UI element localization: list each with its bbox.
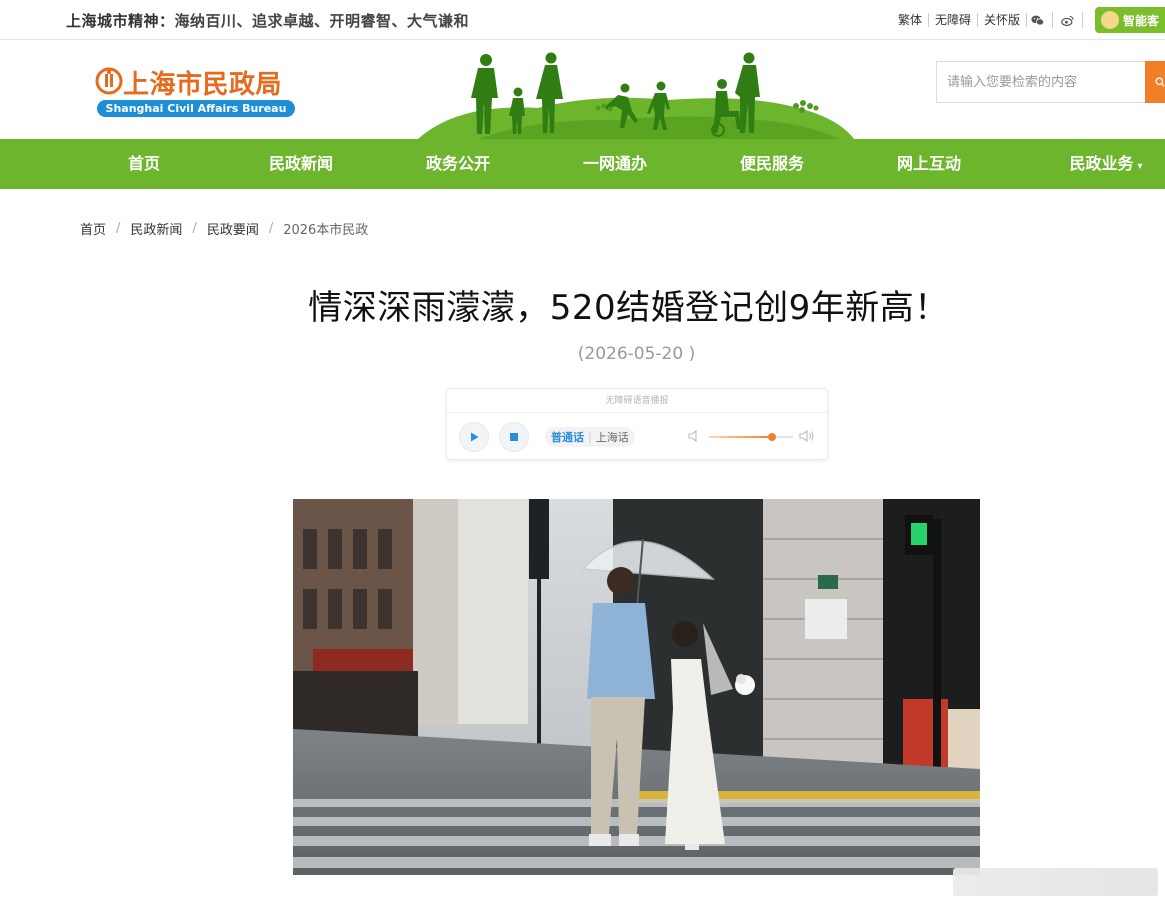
- stop-icon: [510, 433, 518, 441]
- logo-subtitle: Shanghai Civil Affairs Bureau: [97, 100, 295, 117]
- nav-item-home[interactable]: 首页: [128, 139, 160, 189]
- breadcrumb-separator: /: [116, 221, 121, 236]
- site-header: 上海市民政局 Shanghai Civil Affairs Bureau: [0, 40, 1165, 139]
- city-spirit-slogan: 上海城市精神：海纳百川、追求卓越、开明睿智、大气谦和: [66, 10, 469, 31]
- search-button[interactable]: [1145, 61, 1165, 103]
- stop-button[interactable]: [499, 422, 529, 452]
- nav-item-online-interaction[interactable]: 网上互动: [897, 139, 961, 189]
- accessibility-link[interactable]: 无障碍: [929, 13, 978, 27]
- breadcrumb: 首页 / 民政新闻 / 民政要闻 / 2026本市民政: [80, 219, 368, 238]
- player-caption: 无障碍语音播报: [447, 389, 827, 413]
- volume-low-icon[interactable]: [687, 429, 701, 443]
- article-title: 情深深雨濛濛，520结婚登记创9年新高！: [308, 288, 949, 328]
- caret-down-icon: ▾: [1137, 161, 1143, 172]
- nav-item-public-services[interactable]: 便民服务: [740, 139, 804, 189]
- breadcrumb-current: 2026本市民政: [283, 223, 369, 238]
- volume-high-icon[interactable]: [799, 429, 815, 443]
- search-icon: [1155, 77, 1165, 87]
- audio-reader-player: 无障碍语音播报 普通话 | 上海话: [446, 388, 828, 460]
- breadcrumb-separator: /: [268, 221, 274, 236]
- nav-item-one-stop-service[interactable]: 一网通办: [583, 139, 647, 189]
- breadcrumb-separator: /: [192, 221, 197, 236]
- nav-item-civil-business-label: 民政业务: [1069, 154, 1134, 173]
- robot-icon: [1101, 11, 1119, 29]
- top-links: 繁体 无障碍 关怀版 智能客: [892, 7, 1165, 33]
- breadcrumb-civil-news[interactable]: 民政新闻: [130, 219, 182, 238]
- main-nav: 首页 民政新闻 政务公开 一网通办 便民服务 网上互动 民政业务 ▾: [0, 139, 1165, 189]
- traditional-chinese-link[interactable]: 繁体: [892, 13, 929, 27]
- language-switch: 普通话 | 上海话: [545, 427, 635, 447]
- slogan-label: 上海城市精神：: [66, 12, 175, 30]
- article-photo: [293, 499, 980, 875]
- family-silhouette-banner: [418, 52, 854, 139]
- play-button[interactable]: [459, 422, 489, 452]
- play-icon: [471, 432, 479, 442]
- nav-item-civil-news[interactable]: 民政新闻: [269, 139, 333, 189]
- volume-fill: [709, 436, 772, 438]
- volume-knob[interactable]: [768, 433, 776, 441]
- weibo-icon[interactable]: [1061, 12, 1083, 28]
- ai-customer-service-label: 智能客: [1123, 13, 1160, 28]
- ai-customer-service-button[interactable]: 智能客: [1095, 7, 1165, 33]
- nav-item-government-affairs[interactable]: 政务公开: [426, 139, 490, 189]
- wechat-icon[interactable]: [1031, 12, 1053, 28]
- bureau-emblem-icon: [95, 67, 123, 95]
- search-input[interactable]: [937, 62, 1147, 102]
- language-option-mandarin[interactable]: 普通话: [551, 429, 584, 445]
- search-box: [936, 61, 1165, 103]
- watermark-overlay: [953, 868, 1158, 896]
- nav-item-civil-business[interactable]: 民政业务 ▾: [1069, 139, 1142, 189]
- language-divider: |: [588, 430, 592, 444]
- logo-title: 上海市民政局: [123, 70, 283, 100]
- volume-slider[interactable]: [709, 433, 793, 441]
- elder-care-mode-link[interactable]: 关怀版: [978, 13, 1027, 27]
- article-date: (2026-05-20 ): [577, 344, 696, 364]
- slogan-text: 海纳百川、追求卓越、开明睿智、大气谦和: [174, 12, 470, 30]
- breadcrumb-home[interactable]: 首页: [80, 219, 106, 238]
- bureau-logo[interactable]: 上海市民政局 Shanghai Civil Affairs Bureau: [95, 64, 300, 120]
- breadcrumb-key-news[interactable]: 民政要闻: [207, 219, 259, 238]
- top-bar: 上海城市精神：海纳百川、追求卓越、开明睿智、大气谦和 繁体 无障碍 关怀版 智能…: [0, 0, 1165, 40]
- language-option-shanghainese[interactable]: 上海话: [596, 429, 629, 445]
